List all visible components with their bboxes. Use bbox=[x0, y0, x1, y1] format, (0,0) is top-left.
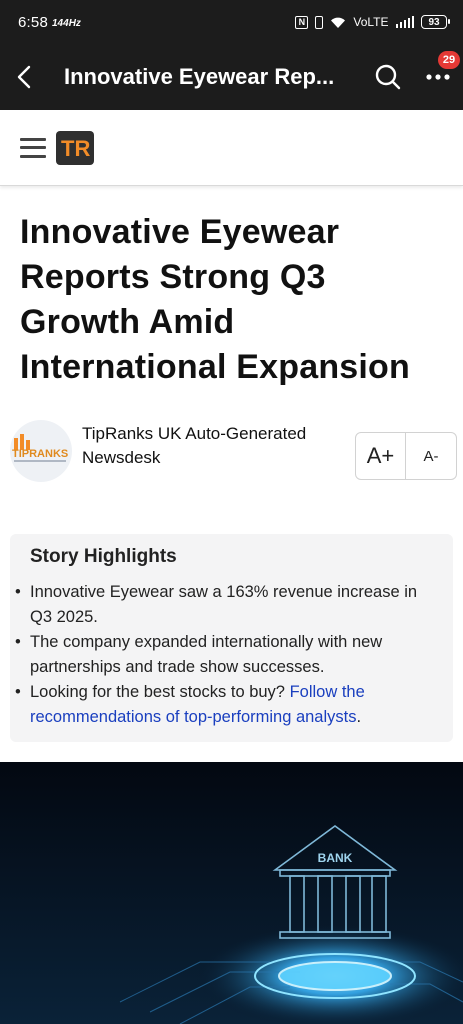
highlight-text: The company expanded internationally wit… bbox=[30, 633, 383, 676]
bank-label: BANK bbox=[318, 851, 353, 865]
status-time: 6:58 bbox=[18, 13, 48, 31]
author-logo-text: TIPRANKS bbox=[12, 448, 68, 460]
battery-level: 93 bbox=[428, 16, 440, 28]
refresh-rate: 144Hz bbox=[52, 18, 81, 29]
font-size-control: A+ A- bbox=[355, 432, 457, 480]
highlight-item: • The company expanded internationally wi… bbox=[15, 633, 383, 676]
back-arrow-icon bbox=[17, 65, 31, 89]
vibrate-icon bbox=[315, 15, 324, 29]
notification-badge: 29 bbox=[438, 51, 460, 69]
network-type: VoLTE bbox=[353, 15, 389, 29]
app-bar-title: Innovative Eyewear Rep... bbox=[64, 64, 335, 89]
back-button[interactable] bbox=[0, 44, 48, 110]
refresh-rate-unit: Hz bbox=[68, 17, 81, 29]
signal-icon bbox=[395, 16, 414, 28]
logo-letters: TR bbox=[61, 136, 90, 160]
status-icons: N VoLTE 93 bbox=[295, 15, 450, 29]
battery-icon: 93 bbox=[421, 15, 450, 29]
highlights-title: Story Highlights bbox=[30, 546, 177, 567]
story-highlights: Story Highlights • Innovative Eyewear saw… bbox=[10, 534, 453, 742]
highlight-text: Looking for the best stocks to buy? bbox=[30, 683, 290, 701]
highlight-item: • Innovative Eyewear saw a 163% revenue i… bbox=[15, 583, 418, 626]
author-avatar[interactable]: TIPRANKS bbox=[10, 420, 72, 482]
hamburger-menu-icon[interactable] bbox=[20, 137, 46, 158]
highlight-text-end: . bbox=[356, 708, 362, 726]
bank-illustration: BANK bbox=[0, 762, 463, 1024]
tipranks-logo[interactable]: TR bbox=[56, 130, 94, 165]
article-headline: Innovative Eyewear Reports Strong Q3 Gro… bbox=[20, 213, 410, 386]
author-row: TIPRANKS TipRanks UK Auto-Generated News… bbox=[10, 420, 463, 490]
highlight-item: • Looking for the best stocks to buy? Fol… bbox=[15, 683, 365, 726]
nfc-icon: N bbox=[295, 15, 309, 29]
status-bar: 6:58 144Hz N VoLTE 93 bbox=[0, 0, 463, 44]
refresh-rate-value: 144 bbox=[52, 17, 69, 29]
wifi-icon bbox=[330, 16, 346, 29]
font-decrease-button[interactable]: A- bbox=[406, 433, 456, 479]
author-name[interactable]: TipRanks UK Auto-Generated Newsdesk bbox=[82, 422, 338, 470]
more-dots-icon bbox=[426, 74, 450, 80]
site-header: TR bbox=[0, 110, 463, 186]
app-bar: Innovative Eyewear Rep... 29 bbox=[0, 44, 463, 110]
more-options-button[interactable]: 29 bbox=[418, 51, 460, 97]
article-hero-image[interactable]: BANK bbox=[0, 762, 463, 1024]
font-increase-button[interactable]: A+ bbox=[356, 433, 406, 479]
highlights-list: • Innovative Eyewear saw a 163% revenue i… bbox=[15, 580, 443, 730]
search-button[interactable] bbox=[368, 57, 408, 97]
highlight-text: Innovative Eyewear saw a 163% revenue in… bbox=[30, 583, 418, 626]
search-icon bbox=[375, 64, 401, 90]
